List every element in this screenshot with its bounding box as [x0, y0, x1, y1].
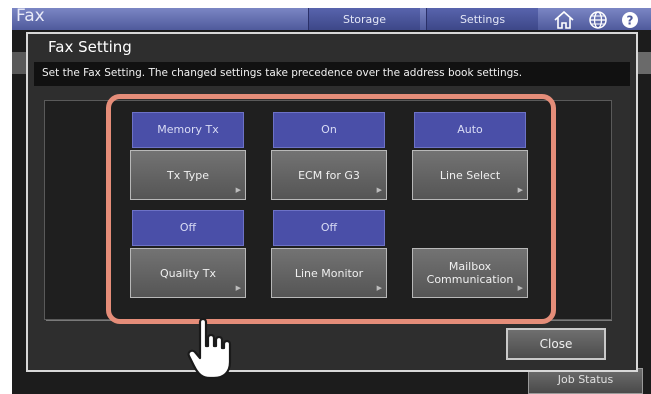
- globe-icon[interactable]: [586, 9, 610, 31]
- storage-button[interactable]: Storage: [308, 8, 420, 30]
- close-button[interactable]: Close: [506, 328, 606, 360]
- help-icon[interactable]: ?: [618, 9, 642, 31]
- svg-text:?: ?: [627, 14, 634, 28]
- highlight-frame: [106, 94, 556, 324]
- instruction-bar: Set the Fax Setting. The changed setting…: [34, 62, 630, 86]
- pointing-hand-icon: [187, 317, 232, 380]
- app-title: Fax: [16, 6, 45, 26]
- background-panel-edge: [638, 52, 651, 74]
- settings-button[interactable]: Settings: [426, 8, 538, 30]
- instruction-text: Set the Fax Setting. The changed setting…: [42, 67, 523, 79]
- dialog-title: Fax Setting: [48, 38, 132, 56]
- home-icon[interactable]: [552, 9, 576, 31]
- top-bar: Fax Storage Settings ?: [12, 6, 651, 31]
